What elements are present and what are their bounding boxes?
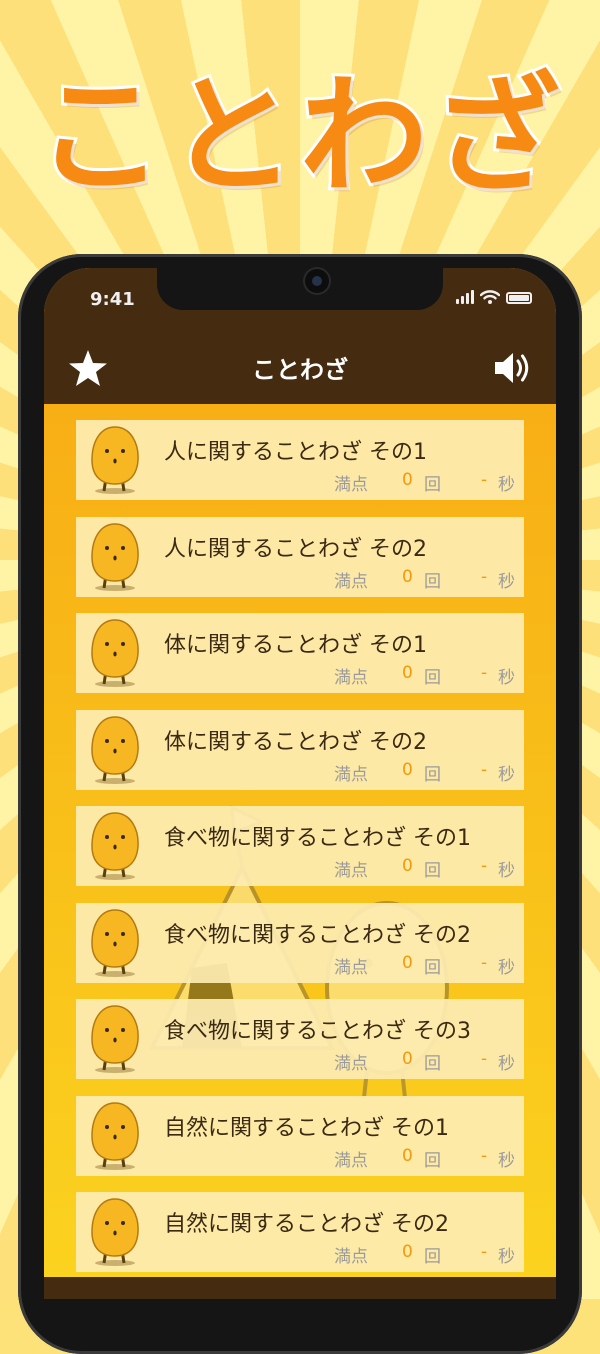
perfect-score-count: 0 (402, 952, 413, 973)
quiz-title: 食べ物に関することわざ その3 (164, 1019, 471, 1044)
page-title: ことわざ (252, 356, 348, 384)
seconds-unit-label: 秒 (498, 1054, 515, 1074)
count-unit-label: 回 (424, 861, 441, 881)
count-unit-label: 回 (424, 1247, 441, 1267)
seconds-unit-label: 秒 (498, 571, 515, 592)
quiz-title: 体に関することわざ その1 (164, 633, 427, 658)
seconds-unit-label: 秒 (498, 764, 515, 785)
quiz-stats: 満点 0 回 - 秒 (76, 1242, 524, 1267)
quiz-stats: 満点 0 回 - 秒 (76, 470, 524, 495)
best-time-value: - (481, 1242, 488, 1262)
perfect-score-count: 0 (402, 1049, 413, 1069)
quiz-stats: 満点 0 回 - 秒 (76, 1145, 524, 1171)
perfect-score-label: 満点 (334, 1150, 368, 1171)
quiz-list-item[interactable]: 食べ物に関することわざ その2 満点 0 回 - 秒 (76, 902, 524, 983)
perfect-score-count: 0 (402, 663, 413, 683)
perfect-score-count: 0 (402, 1145, 413, 1166)
seconds-unit-label: 秒 (498, 475, 515, 495)
perfect-score-label: 満点 (334, 1054, 368, 1074)
quiz-list-item[interactable]: 食べ物に関することわざ その1 満点 0 回 - 秒 (76, 806, 524, 886)
perfect-score-label: 満点 (334, 475, 368, 495)
quiz-list-item[interactable]: 自然に関することわざ その1 満点 0 回 - 秒 (76, 1095, 524, 1176)
bottom-bar (44, 1277, 556, 1299)
best-time-value: - (481, 1145, 488, 1166)
count-unit-label: 回 (424, 475, 441, 495)
quiz-stats: 満点 0 回 - 秒 (76, 856, 524, 881)
quiz-title: 食べ物に関することわざ その2 (164, 922, 471, 948)
seconds-unit-label: 秒 (498, 668, 515, 688)
wifi-icon (480, 290, 500, 304)
best-time-value: - (481, 470, 488, 490)
cellular-signal-icon (456, 290, 474, 304)
quiz-stats: 満点 0 回 - 秒 (76, 663, 524, 688)
perfect-score-label: 満点 (334, 668, 368, 688)
quiz-title: 自然に関することわざ その1 (164, 1115, 449, 1141)
quiz-list-item[interactable]: 食べ物に関することわざ その3 満点 0 回 - 秒 (76, 999, 524, 1079)
navigation-bar: 9:41 ことわざ (44, 268, 556, 404)
quiz-list-item[interactable]: 自然に関することわざ その2 満点 0 回 - 秒 (76, 1192, 524, 1272)
perfect-score-count: 0 (402, 470, 413, 490)
quiz-list-item[interactable]: 体に関することわざ その2 満点 0 回 - 秒 (76, 709, 524, 790)
count-unit-label: 回 (424, 1054, 441, 1074)
seconds-unit-label: 秒 (498, 861, 515, 881)
quiz-stats: 満点 0 回 - 秒 (76, 566, 524, 592)
perfect-score-label: 満点 (334, 957, 368, 978)
seconds-unit-label: 秒 (498, 1150, 515, 1171)
quiz-title: 体に関することわざ その2 (164, 729, 427, 755)
front-camera (305, 269, 329, 293)
best-time-value: - (481, 566, 488, 587)
perfect-score-count: 0 (402, 856, 413, 876)
best-time-value: - (481, 1049, 488, 1069)
quiz-list: 人に関することわざ その1 満点 0 回 - 秒 人に関することわざ その2 満… (76, 420, 524, 1289)
seconds-unit-label: 秒 (498, 957, 515, 978)
perfect-score-count: 0 (402, 566, 413, 587)
quiz-title: 自然に関することわざ その2 (164, 1212, 449, 1237)
quiz-list-item[interactable]: 人に関することわざ その1 満点 0 回 - 秒 (76, 420, 524, 500)
best-time-value: - (481, 759, 488, 780)
quiz-title: 食べ物に関することわざ その1 (164, 826, 471, 851)
perfect-score-count: 0 (402, 1242, 413, 1262)
quiz-title: 人に関することわざ その2 (164, 536, 427, 562)
status-time: 9:41 (90, 289, 135, 310)
perfect-score-label: 満点 (334, 571, 368, 592)
sound-toggle-button[interactable] (492, 348, 532, 388)
seconds-unit-label: 秒 (498, 1247, 515, 1267)
quiz-stats: 満点 0 回 - 秒 (76, 1049, 524, 1074)
perfect-score-label: 満点 (334, 764, 368, 785)
count-unit-label: 回 (424, 571, 441, 592)
device-notch (157, 268, 443, 310)
best-time-value: - (481, 663, 488, 683)
best-time-value: - (481, 856, 488, 876)
status-icons (456, 290, 532, 304)
promo-title: ことわざ (33, 59, 564, 214)
app-screen: 9:41 ことわざ 人に関することわざ その1 満点 0 回 - 秒 人に関する… (44, 268, 556, 1299)
quiz-list-item[interactable]: 体に関することわざ その1 満点 0 回 - 秒 (76, 613, 524, 693)
count-unit-label: 回 (424, 668, 441, 688)
count-unit-label: 回 (424, 957, 441, 978)
best-time-value: - (481, 952, 488, 973)
quiz-list-item[interactable]: 人に関することわざ その2 満点 0 回 - 秒 (76, 516, 524, 597)
quiz-title: 人に関することわざ その1 (164, 440, 427, 465)
perfect-score-label: 満点 (334, 1247, 368, 1267)
quiz-stats: 満点 0 回 - 秒 (76, 952, 524, 978)
count-unit-label: 回 (424, 764, 441, 785)
speaker-icon (495, 353, 529, 383)
perfect-score-count: 0 (402, 759, 413, 780)
quiz-stats: 満点 0 回 - 秒 (76, 759, 524, 785)
perfect-score-label: 満点 (334, 861, 368, 881)
battery-icon (506, 292, 532, 304)
count-unit-label: 回 (424, 1150, 441, 1171)
